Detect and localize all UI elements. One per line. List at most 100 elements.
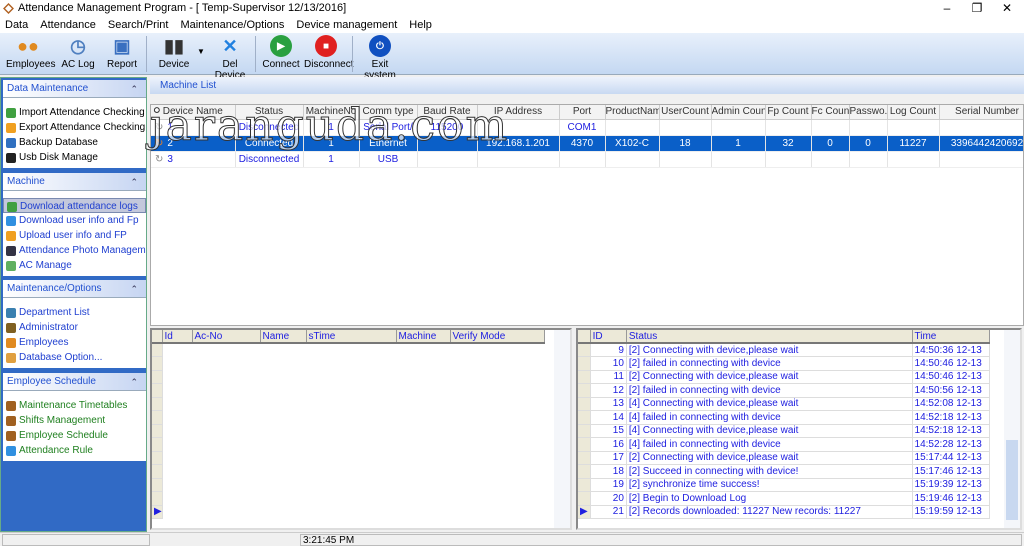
- machine-row[interactable]: ↻ 1 Disconnected 1 Serial Port/115200 COM1: [151, 119, 1023, 136]
- connect-button[interactable]: ▶ Connect: [262, 35, 300, 73]
- status-row[interactable]: 11 [2] Connecting with device,please wait…: [578, 370, 991, 384]
- employees-button[interactable]: ●● Employees: [6, 35, 55, 73]
- status-row[interactable]: 17 [2] Connecting with device,please wait…: [578, 451, 991, 465]
- status-row[interactable]: 15 [4] Connecting with device,please wait…: [578, 424, 991, 438]
- column-header[interactable]: Status: [626, 330, 913, 344]
- column-header[interactable]: Name: [260, 330, 307, 344]
- sidebar-item-download-attendance-logs[interactable]: Download attendance logs: [3, 198, 146, 213]
- status-row[interactable]: ▶ 21 [2] Records downloaded: 11227 New rec…: [578, 505, 991, 519]
- sidebar-item-download-user-info-and-fp[interactable]: Download user info and Fp: [3, 213, 146, 228]
- logs-scrollbar[interactable]: [554, 330, 570, 528]
- column-header[interactable]: Device Name: [151, 105, 236, 120]
- sidebar-item-attendance-photo-management[interactable]: Attendance Photo Management: [3, 243, 146, 258]
- column-header[interactable]: Id: [162, 330, 193, 344]
- column-header[interactable]: UserCount: [659, 105, 712, 120]
- sidebar-item-ac-manage[interactable]: AC Manage: [3, 258, 146, 273]
- status-row[interactable]: 18 [2] Succeed in connecting with device!…: [578, 464, 991, 479]
- menu-data[interactable]: Data: [5, 17, 28, 33]
- device-button[interactable]: ▮▮ Device: [152, 35, 196, 73]
- collapse-chevron-icon[interactable]: ⌃: [130, 373, 138, 391]
- status-row[interactable]: 9 [2] Connecting with device,please wait 1…: [578, 343, 991, 357]
- column-header[interactable]: IP Address: [477, 105, 560, 120]
- column-header[interactable]: MachineNo: [303, 105, 360, 120]
- cell: [939, 151, 1023, 168]
- machine-row[interactable]: ↻ 3 Disconnected 1 USB: [151, 151, 1023, 168]
- machine-row[interactable]: ↻ 2 Connected 1 Ethernet 192.168.1.201 4370 X10…: [151, 135, 1023, 152]
- cell: [2] Begin to Download Log: [626, 491, 913, 506]
- close-button[interactable]: ✕: [992, 0, 1022, 17]
- column-header[interactable]: ProductName: [605, 105, 660, 120]
- rule-dot-icon: [6, 446, 16, 456]
- panel-header[interactable]: Employee Schedule ⌃: [3, 373, 146, 391]
- column-header[interactable]: Ac-No: [192, 330, 261, 344]
- column-header[interactable]: Passwo...: [849, 105, 888, 120]
- panel-header[interactable]: Machine ⌃: [3, 173, 146, 191]
- sidebar-item-upload-user-info-and-fp[interactable]: Upload user info and FP: [3, 228, 146, 243]
- status-row[interactable]: 16 [4] failed in connecting with device 14…: [578, 437, 991, 452]
- column-header[interactable]: Time: [912, 330, 991, 344]
- sidebar-item-employee-schedule[interactable]: Employee Schedule: [3, 428, 146, 443]
- sidebar-item-label: Administrator: [19, 322, 78, 333]
- empty-row: [152, 343, 544, 357]
- column-header[interactable]: Admin Count: [711, 105, 766, 120]
- sidebar-item-usb-disk-manage[interactable]: Usb Disk Manage: [3, 150, 146, 165]
- sidebar-item-department-list[interactable]: Department List: [3, 305, 146, 320]
- sidebar-item-administrator[interactable]: Administrator: [3, 320, 146, 335]
- column-header[interactable]: Baud Rate: [417, 105, 478, 120]
- collapse-chevron-icon[interactable]: ⌃: [130, 280, 138, 298]
- panel-header[interactable]: Maintenance/Options ⌃: [3, 280, 146, 298]
- status-row[interactable]: 12 [2] failed in connecting with device 14…: [578, 383, 991, 398]
- column-header[interactable]: Status: [235, 105, 304, 120]
- sidebar-item-backup-database[interactable]: Backup Database: [3, 135, 146, 150]
- cell: 13: [590, 397, 627, 411]
- menu-search-print[interactable]: Search/Print: [108, 17, 169, 33]
- cell-value: 2: [167, 137, 173, 149]
- column-header[interactable]: Port: [559, 105, 606, 120]
- device-dropdown-arrow-icon[interactable]: ▼: [197, 47, 205, 56]
- disconnect-button[interactable]: ■ Disconnect: [304, 35, 353, 73]
- collapse-chevron-icon[interactable]: ⌃: [130, 173, 138, 191]
- status-row[interactable]: 10 [2] failed in connecting with device 14…: [578, 356, 991, 371]
- status-row[interactable]: 13 [4] Connecting with device,please wait…: [578, 397, 991, 411]
- report-button[interactable]: ▣ Report: [104, 35, 140, 73]
- empty-row: [152, 424, 544, 438]
- menu-attendance[interactable]: Attendance: [40, 17, 96, 33]
- cell: [4] failed in connecting with device: [626, 437, 913, 452]
- column-header[interactable]: Machine: [396, 330, 451, 344]
- status-row[interactable]: 20 [2] Begin to Download Log 15:19:46 12-1…: [578, 491, 991, 506]
- cell-value: 192.168.1.201: [486, 137, 550, 149]
- column-header[interactable]: Fc Count: [811, 105, 850, 120]
- del-device-button[interactable]: ✕ Del Device: [206, 35, 254, 82]
- sidebar-item-shifts-management[interactable]: Shifts Management: [3, 413, 146, 428]
- cell: 1: [711, 135, 766, 152]
- column-header[interactable]: sTime: [306, 330, 397, 344]
- status-scrollbar[interactable]: [1004, 330, 1020, 528]
- sidebar-item-attendance-rule[interactable]: Attendance Rule: [3, 443, 146, 458]
- column-header[interactable]: Verify Mode: [450, 330, 545, 344]
- column-header[interactable]: Serial Number: [939, 105, 1023, 120]
- menu-maintenance-options[interactable]: Maintenance/Options: [180, 17, 284, 33]
- exit-system-button[interactable]: ⏻ Exit system: [358, 35, 402, 81]
- sidebar-item-maintenance-timetables[interactable]: Maintenance Timetables: [3, 398, 146, 413]
- sidebar-item-export-attendance-checking-data[interactable]: Export Attendance Checking Data: [3, 120, 146, 135]
- column-header[interactable]: Log Count: [887, 105, 940, 120]
- cell: 3396442420692: [939, 135, 1023, 152]
- status-row[interactable]: 19 [2] synchronize time success! 15:19:39 …: [578, 478, 991, 492]
- sidebar-item-database-option[interactable]: Database Option...: [3, 350, 146, 365]
- menu-help[interactable]: Help: [409, 17, 432, 33]
- empty-row: [152, 370, 544, 384]
- status-row[interactable]: 14 [4] failed in connecting with device 14…: [578, 410, 991, 425]
- column-header[interactable]: Comm type: [359, 105, 418, 120]
- sidebar-item-employees[interactable]: Employees: [3, 335, 146, 350]
- column-header[interactable]: ID: [590, 330, 627, 344]
- minimize-button[interactable]: –: [932, 0, 962, 17]
- maximize-button[interactable]: ❐: [962, 0, 992, 17]
- column-header[interactable]: Fp Count: [765, 105, 812, 120]
- cell: 18: [590, 464, 627, 479]
- menu-device-management[interactable]: Device management: [296, 17, 397, 33]
- panel-header[interactable]: Data Maintenance ⌃: [3, 80, 146, 98]
- employees-icon: [6, 338, 16, 348]
- collapse-chevron-icon[interactable]: ⌃: [130, 80, 138, 98]
- ac-log-button[interactable]: ◷ AC Log: [58, 35, 98, 73]
- sidebar-item-import-attendance-checking-data[interactable]: Import Attendance Checking Data: [3, 105, 146, 120]
